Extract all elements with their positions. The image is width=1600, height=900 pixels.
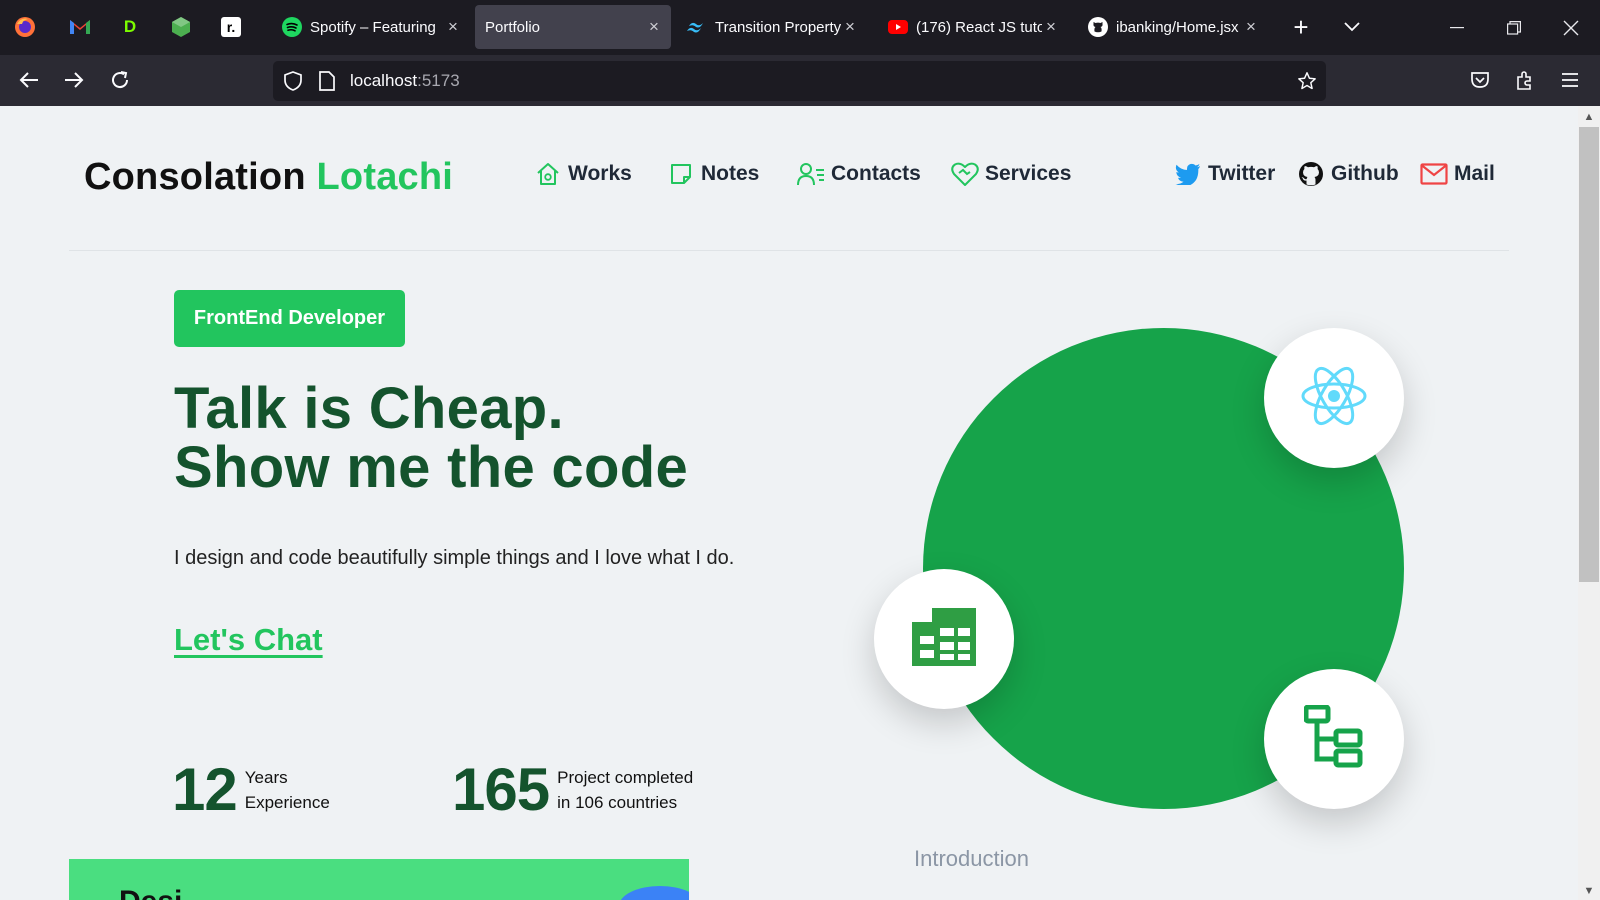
headline-line-1: Talk is Cheap. xyxy=(174,376,564,441)
heart-handshake-icon xyxy=(951,160,979,188)
tab-portfolio[interactable]: Portfolio × xyxy=(475,5,671,49)
header-divider xyxy=(69,250,1509,251)
stat-label: Project completed in 106 countries xyxy=(557,765,693,815)
tab-youtube[interactable]: (176) React JS tutor × xyxy=(888,5,1060,49)
nav-contacts[interactable]: Contacts xyxy=(797,160,921,188)
contacts-icon xyxy=(797,160,825,188)
card-blob xyxy=(619,886,689,900)
menu-icon[interactable] xyxy=(1551,61,1589,99)
tailwind-icon xyxy=(687,17,707,37)
note-icon xyxy=(667,160,695,188)
nav-services[interactable]: Services xyxy=(951,160,1071,188)
page-viewport: Consolation Lotachi Works Notes Contacts… xyxy=(0,106,1578,900)
nav-label: Services xyxy=(985,162,1072,185)
stat-experience: 12 Years Experience xyxy=(172,758,330,822)
react-icon xyxy=(1299,364,1369,433)
spotify-icon xyxy=(282,17,302,37)
window-close-icon[interactable] xyxy=(1551,8,1591,48)
home-icon xyxy=(534,160,562,188)
scroll-down-icon[interactable]: ▼ xyxy=(1581,884,1597,898)
minimize-icon[interactable] xyxy=(1437,8,1477,48)
stat-label: Years Experience xyxy=(245,765,330,815)
hero-headline: Talk is Cheap. Show me the code xyxy=(174,379,688,497)
sitemap-icon xyxy=(1303,704,1364,774)
twitter-icon xyxy=(1174,160,1202,188)
gmail-icon[interactable] xyxy=(65,12,95,42)
url-text[interactable]: localhost:5173 xyxy=(350,71,460,91)
social-twitter[interactable]: Twitter xyxy=(1174,160,1275,188)
youtube-icon xyxy=(888,17,908,37)
brand-logo[interactable]: Consolation Lotachi xyxy=(84,156,453,199)
tab-title: Portfolio xyxy=(485,18,541,36)
back-icon[interactable] xyxy=(10,61,48,99)
extensions-icon[interactable] xyxy=(1506,61,1544,99)
browser-tab-bar: D r. Spotify – Featuring × Portfolio × T… xyxy=(0,0,1600,55)
social-github[interactable]: Github xyxy=(1297,160,1399,188)
stat-label-line-1: Project completed xyxy=(557,768,694,787)
chart-badge xyxy=(874,569,1014,709)
tab-github[interactable]: ibanking/Home.jsx × xyxy=(1088,5,1260,49)
social-mail[interactable]: Mail xyxy=(1420,160,1495,188)
social-label: Github xyxy=(1331,162,1399,185)
restore-icon[interactable] xyxy=(1494,8,1534,48)
reload-icon[interactable] xyxy=(101,61,139,99)
stat-number: 12 xyxy=(172,756,238,823)
tab-title: Transition Property xyxy=(715,18,841,36)
shield-icon[interactable] xyxy=(283,71,303,91)
headline-line-2: Show me the code xyxy=(174,435,688,500)
design-card: Desi xyxy=(69,859,689,900)
mail-icon xyxy=(1420,160,1448,188)
tab-title: (176) React JS tutor xyxy=(916,18,1042,36)
forward-icon[interactable] xyxy=(55,61,93,99)
tab-spotify[interactable]: Spotify – Featuring × xyxy=(282,5,462,49)
stat-label-line-2: in 106 countries xyxy=(557,793,678,812)
close-icon[interactable]: × xyxy=(1042,17,1060,37)
replit-icon[interactable]: r. xyxy=(216,12,246,42)
stat-label-line-2: Experience xyxy=(244,793,330,812)
nav-label: Works xyxy=(568,162,632,185)
chevron-down-icon[interactable] xyxy=(1337,12,1367,42)
url-host: localhost xyxy=(350,71,418,90)
role-badge-button[interactable]: FrontEnd Developer xyxy=(174,290,405,347)
close-icon[interactable]: × xyxy=(1242,17,1260,37)
new-tab-icon[interactable]: + xyxy=(1286,12,1316,42)
dev-icon[interactable]: D xyxy=(115,12,145,42)
scrollbar-thumb[interactable] xyxy=(1579,127,1599,582)
react-badge xyxy=(1264,328,1404,468)
social-label: Twitter xyxy=(1208,162,1276,185)
tab-tailwind[interactable]: Transition Property × xyxy=(687,5,859,49)
stat-label-line-1: Years xyxy=(244,768,288,787)
chart-icon xyxy=(912,607,976,671)
card-title: Desi xyxy=(119,885,182,900)
tab-title: ibanking/Home.jsx xyxy=(1116,18,1239,36)
stat-number: 165 xyxy=(452,756,550,823)
github-icon xyxy=(1297,160,1325,188)
close-icon[interactable]: × xyxy=(645,17,663,37)
nav-label: Notes xyxy=(701,162,760,185)
cube-icon[interactable] xyxy=(166,12,196,42)
brand-first-name: Consolation xyxy=(84,156,306,198)
social-label: Mail xyxy=(1454,162,1495,185)
page-icon[interactable] xyxy=(317,71,337,91)
url-port: :5173 xyxy=(417,71,460,90)
scroll-up-icon[interactable]: ▲ xyxy=(1581,110,1597,124)
sitemap-badge xyxy=(1264,669,1404,809)
firefox-icon[interactable] xyxy=(10,12,40,42)
github-icon xyxy=(1088,17,1108,37)
stat-projects: 165 Project completed in 106 countries xyxy=(452,758,693,822)
pocket-icon[interactable] xyxy=(1461,61,1499,99)
tab-title: Spotify – Featuring xyxy=(310,18,436,36)
nav-label: Contacts xyxy=(831,162,921,185)
star-icon[interactable] xyxy=(1297,71,1317,91)
hero-tagline: I design and code beautifully simple thi… xyxy=(174,547,735,569)
close-icon[interactable]: × xyxy=(841,17,859,37)
close-icon[interactable]: × xyxy=(444,17,462,37)
url-bar[interactable]: localhost:5173 xyxy=(273,61,1326,101)
browser-nav-bar: localhost:5173 xyxy=(0,55,1600,106)
brand-last-name: Lotachi xyxy=(316,156,454,198)
nav-notes[interactable]: Notes xyxy=(667,160,759,188)
nav-works[interactable]: Works xyxy=(534,160,632,188)
introduction-label: Introduction xyxy=(914,846,1029,871)
lets-chat-link[interactable]: Let's Chat xyxy=(174,622,323,658)
